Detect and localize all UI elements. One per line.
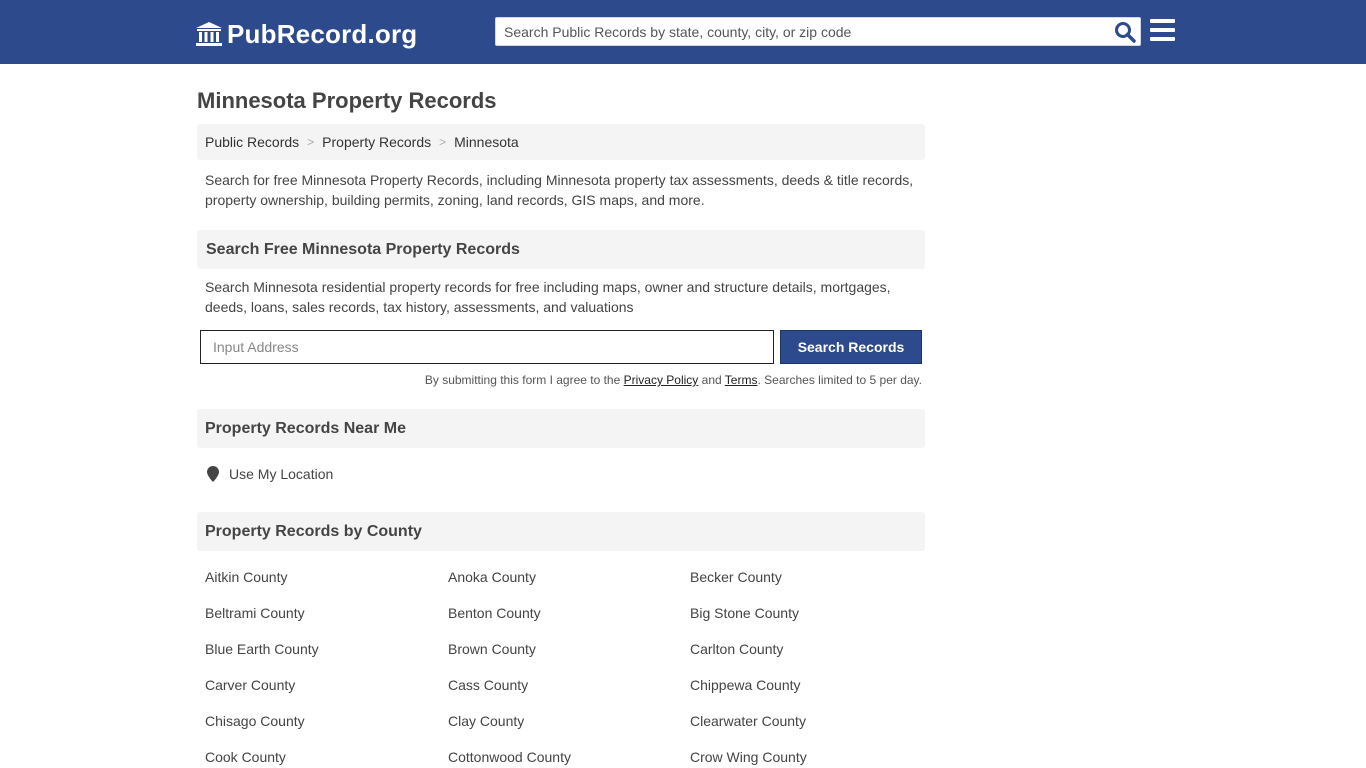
county-link[interactable]: Cook County [205,749,286,765]
use-my-location-label: Use My Location [229,466,334,482]
county-link[interactable]: Blue Earth County [205,641,319,657]
breadcrumb-property-records[interactable]: Property Records [322,134,431,150]
search-section-heading: Search Free Minnesota Property Records [197,230,925,269]
breadcrumb-separator: > [439,135,447,149]
map-pin-icon [207,466,219,482]
county-link[interactable]: Becker County [690,569,782,585]
top-navbar: PubRecord.org [0,0,1366,64]
address-input[interactable] [200,330,774,364]
county-link[interactable]: Crow Wing County [690,749,807,765]
near-me-heading: Property Records Near Me [197,409,925,448]
county-link[interactable]: Anoka County [448,569,536,585]
county-link[interactable]: Carver County [205,677,295,693]
county-link[interactable]: Cottonwood County [448,749,571,765]
hamburger-menu-icon[interactable] [1150,19,1176,43]
search-icon[interactable] [1114,21,1136,43]
county-link[interactable]: Chippewa County [690,677,801,693]
county-link[interactable]: Clearwater County [690,713,806,729]
logo-text: PubRecord.org [227,18,418,49]
by-county-heading: Property Records by County [197,512,925,551]
county-link[interactable]: Beltrami County [205,605,305,621]
county-link[interactable]: Chisago County [205,713,305,729]
site-logo[interactable]: PubRecord.org [195,18,417,50]
use-my-location-link[interactable]: Use My Location [207,466,333,482]
top-search-bar [495,17,1141,46]
site-search-input[interactable] [496,18,1106,45]
search-records-button[interactable]: Search Records [780,330,922,364]
county-link[interactable]: Benton County [448,605,541,621]
terms-link[interactable]: Terms [725,373,758,387]
page-title: Minnesota Property Records [197,88,497,113]
county-link[interactable]: Brown County [448,641,536,657]
county-link[interactable]: Aitkin County [205,569,287,585]
county-link[interactable]: Clay County [448,713,524,729]
search-section-description: Search Minnesota residential property re… [205,279,891,315]
privacy-policy-link[interactable]: Privacy Policy [624,373,699,387]
disclaimer-prefix: By submitting this form I agree to the [424,373,624,387]
breadcrumb-public-records[interactable]: Public Records [205,134,299,150]
courthouse-icon [196,22,222,46]
county-link[interactable]: Cass County [448,677,528,693]
form-disclaimer: By submitting this form I agree to the P… [425,373,922,387]
disclaimer-and: and [698,373,725,387]
disclaimer-suffix: . Searches limited to 5 per day. [757,373,922,387]
intro-text: Search for free Minnesota Property Recor… [205,172,914,208]
breadcrumb: Public Records > Property Records > Minn… [197,124,925,160]
county-link[interactable]: Carlton County [690,641,783,657]
breadcrumb-minnesota[interactable]: Minnesota [454,134,519,150]
county-link[interactable]: Big Stone County [690,605,799,621]
breadcrumb-separator: > [307,135,315,149]
